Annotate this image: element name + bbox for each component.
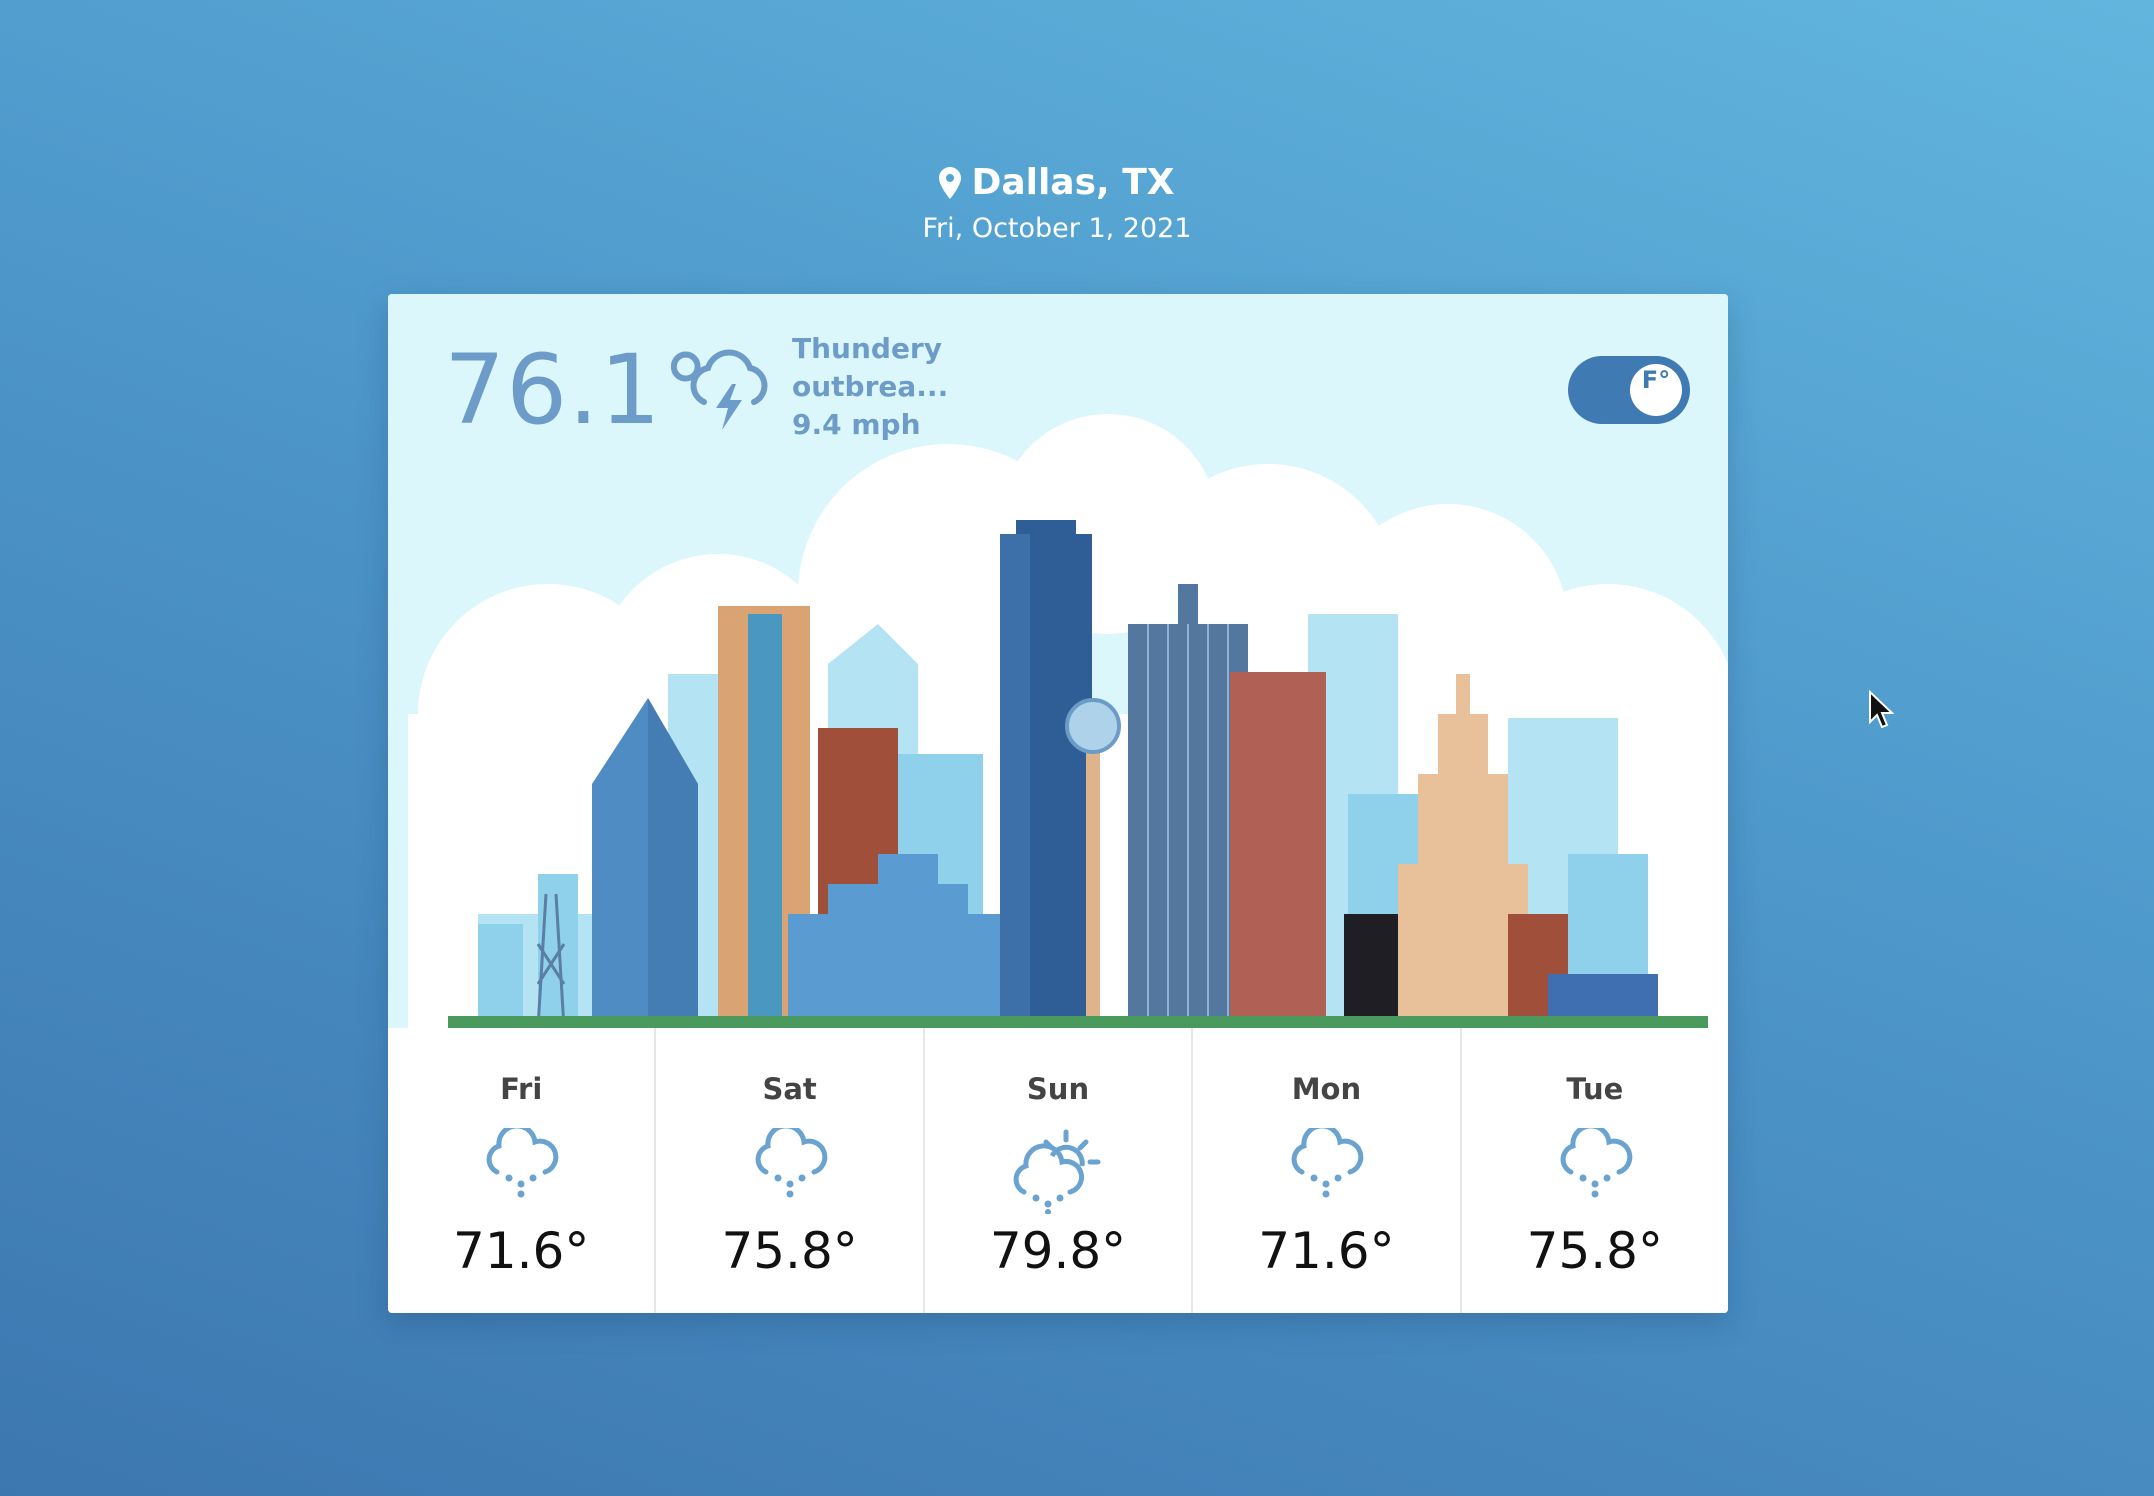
forecast-day: Mon 71.6° — [1193, 1028, 1462, 1313]
thunderstorm-icon — [690, 349, 768, 430]
condition-block: Thundery outbrea... 9.4 mph — [792, 330, 949, 444]
rain-icon — [1292, 1123, 1364, 1198]
rain-icon — [1560, 1123, 1633, 1198]
condition-text: Thundery outbrea... — [792, 332, 949, 403]
forecast-day: Fri 71.6° — [388, 1028, 657, 1313]
mouse-cursor-icon — [1869, 690, 1894, 729]
city-name: Dallas, TX — [971, 162, 1175, 203]
location-header: Dallas, TX Fri, October 1, 2021 — [0, 162, 2114, 244]
forecast-day-name: Tue — [1566, 1072, 1624, 1106]
forecast-temp: 71.6° — [1258, 1222, 1395, 1280]
forecast-temp: 75.8° — [1526, 1222, 1663, 1280]
unit-toggle-knob[interactable]: F° — [1630, 364, 1682, 416]
map-pin-icon — [939, 166, 962, 199]
forecast-day-name: Fri — [500, 1072, 543, 1106]
forecast-day-name: Sun — [1026, 1072, 1090, 1106]
rain-icon — [486, 1123, 559, 1198]
forecast-row: Fri 71.6° Sat 75.8° Sun 79.8° Mon 71.6° … — [388, 1028, 1728, 1313]
current-temperature: 76.1° — [444, 334, 711, 446]
forecast-temp: 75.8° — [721, 1222, 858, 1280]
forecast-day: Sun 79.8° — [925, 1028, 1194, 1313]
location-title: Dallas, TX — [0, 162, 2114, 203]
weather-card: 76.1° Thundery outbrea... 9.4 mph F° Fri… — [388, 294, 1728, 1313]
unit-toggle[interactable]: F° — [1568, 356, 1690, 424]
current-weather-panel: 76.1° Thundery outbrea... 9.4 mph F° — [388, 294, 1728, 1028]
forecast-temp: 79.8° — [989, 1222, 1127, 1280]
rain-icon — [755, 1123, 827, 1198]
forecast-day-name: Mon — [1291, 1072, 1362, 1106]
forecast-day: Sat 75.8° — [656, 1028, 925, 1313]
forecast-temp: 71.6° — [453, 1222, 590, 1280]
forecast-day-name: Sat — [762, 1072, 817, 1106]
forecast-day: Tue 75.8° — [1462, 1028, 1728, 1313]
wind-speed: 9.4 mph — [792, 408, 921, 441]
partly-cloudy-rain-icon — [1013, 1129, 1101, 1215]
current-date: Fri, October 1, 2021 — [922, 213, 1192, 244]
